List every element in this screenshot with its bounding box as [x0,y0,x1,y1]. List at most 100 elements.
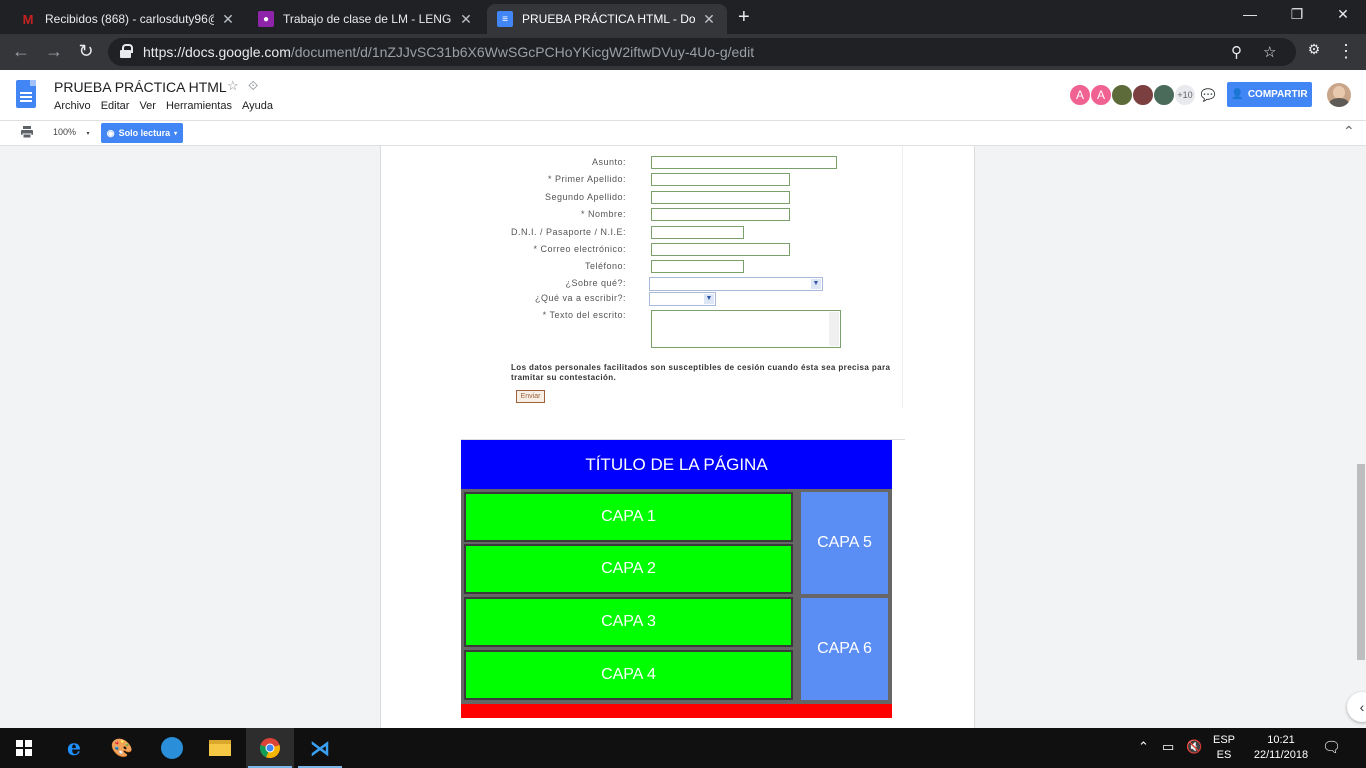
docs-header: PRUEBA PRÁCTICA HTML ☆ ⟐ Archivo Editar … [0,70,1366,120]
browser-toolbar: ← → ↻ https://docs.google.com/document/d… [0,34,1366,70]
url-path: /document/d/1nZJJvSC31b6X6WwSGcPCHoYKicg… [290,44,755,60]
chevron-up-icon[interactable]: ⌃ [1343,123,1355,140]
menu-editar[interactable]: Editar [101,100,130,112]
docs-logo-icon[interactable] [16,80,36,108]
close-tab-icon[interactable]: ✕ [701,11,717,28]
close-window-icon[interactable]: ✕ [1331,6,1355,23]
sobre-que-select: ▼ [649,277,823,291]
zoom-select[interactable]: 100% ▾ [53,127,90,137]
drive-move-icon[interactable]: ⟐ [248,78,258,94]
diagram-footer [461,704,892,718]
url-host: https://docs.google.com [143,44,291,60]
new-tab-icon[interactable]: + [738,6,750,29]
back-icon[interactable]: ← [10,41,32,62]
restore-icon[interactable]: ❐ [1285,6,1309,23]
person-add-icon: 👤 [1231,89,1244,100]
forward-icon[interactable]: → [43,41,65,62]
docs-icon: ≡ [497,11,513,27]
tab-classroom[interactable]: ● Trabajo de clase de LM - LENGUA ✕ [248,4,484,34]
field-label: D.N.I. / Pasaporte / N.I.E: [510,227,626,237]
zoom-icon[interactable]: ⚲ [1231,43,1242,61]
tab-docs[interactable]: ≡ PRUEBA PRÁCTICA HTML - Docu ✕ [487,4,727,34]
edge-icon[interactable]: e [50,728,98,768]
lock-icon [120,44,133,58]
capa-3: CAPA 3 [464,597,793,647]
avatar[interactable] [1132,84,1154,106]
url-text: https://docs.google.com/document/d/1nZJJ… [143,44,754,60]
gmail-icon: M [22,11,34,27]
star-icon[interactable]: ☆ [227,78,239,94]
start-button[interactable] [0,728,48,768]
mode-label: Solo lectura [118,128,171,138]
language-indicator[interactable]: ESP ES [1212,733,1236,763]
tab-gmail[interactable]: M Recibidos (868) - carlosduty96@g ✕ [10,4,246,34]
reload-icon[interactable]: ↻ [75,41,97,62]
comments-icon[interactable]: 💬 [1197,84,1219,106]
avatar[interactable]: A [1069,84,1091,106]
menu-herramientas[interactable]: Herramientas [166,100,232,112]
layout-diagram-image: TÍTULO DE LA PÁGINA CAPA 1 CAPA 2 CAPA 3… [461,439,905,719]
mode-button[interactable]: ◉ Solo lectura ▾ [101,123,183,143]
avatar[interactable]: A [1090,84,1112,106]
vertical-scrollbar[interactable] [1357,464,1365,660]
privacy-note: Los datos personales facilitados son sus… [511,363,891,382]
chevron-down-icon: ▾ [86,131,90,137]
minimize-icon[interactable]: — [1238,6,1262,22]
notifications-icon[interactable]: 🗨 [1322,738,1341,756]
form-row: * Primer Apellido: [461,173,881,188]
chevron-down-icon: ▼ [704,294,714,304]
clock[interactable]: 10:21 22/11/2018 [1244,733,1318,763]
file-explorer-icon[interactable] [196,728,244,768]
capa-2: CAPA 2 [464,544,793,594]
field-label: * Primer Apellido: [547,174,626,184]
more-viewers-badge[interactable]: +10 [1174,84,1196,106]
chrome-icon[interactable] [246,728,294,768]
menu-bar: Archivo Editar Ver Herramientas Ayuda [54,100,273,112]
address-bar[interactable]: https://docs.google.com/document/d/1nZJJ… [108,38,1296,66]
close-tab-icon[interactable]: ✕ [220,11,236,28]
field-label: * Texto del escrito: [542,310,626,320]
menu-archivo[interactable]: Archivo [54,100,91,112]
menu-icon[interactable]: ⋮ [1335,41,1357,62]
dni-input [651,226,744,239]
document-canvas: Asunto: * Primer Apellido: Segundo Apell… [0,146,1366,728]
docs-toolbar: 100% ▾ ◉ Solo lectura ▾ ⌃ [0,120,1366,146]
thunderbird-icon[interactable] [148,728,196,768]
form-row: Segundo Apellido: [461,191,881,206]
field-label: * Correo electrónico: [533,244,626,254]
chevron-left-icon[interactable]: ‹ [1347,692,1366,722]
volume-muted-icon[interactable]: 🔇 [1186,739,1202,755]
clock-time: 10:21 [1267,734,1295,746]
bookmark-star-icon[interactable]: ☆ [1263,43,1276,61]
avatar[interactable] [1111,84,1133,106]
clock-date: 22/11/2018 [1253,749,1309,761]
capa-6: CAPA 6 [801,598,888,700]
chevron-up-icon[interactable]: ⌃ [1138,739,1149,755]
primer-apellido-input [651,173,790,186]
document-title[interactable]: PRUEBA PRÁCTICA HTML [54,79,227,95]
avatar[interactable] [1153,84,1175,106]
tab-title: Trabajo de clase de LM - LENGUA [283,12,452,26]
form-row: ¿Sobre qué?: ▼ [461,277,881,292]
network-icon[interactable]: ▭ [1162,739,1174,755]
close-tab-icon[interactable]: ✕ [458,11,474,28]
field-label: ¿Qué va a escribir?: [534,293,626,303]
share-button[interactable]: 👤 COMPARTIR [1227,82,1312,107]
paint-icon[interactable]: 🎨 [98,728,146,768]
menu-ayuda[interactable]: Ayuda [242,100,273,112]
form-row: ¿Qué va a escribir?: ▼ [461,292,881,307]
zoom-value: 100% [53,127,77,137]
browser-tab-strip: M Recibidos (868) - carlosduty96@g ✕ ● T… [0,0,1366,34]
capa-4: CAPA 4 [464,650,793,700]
chrome-logo-icon [260,738,280,759]
capa-5: CAPA 5 [801,492,888,594]
print-icon[interactable] [20,125,34,139]
correo-input [651,243,790,256]
keyboard-code: ES [1216,749,1232,761]
extension-icon[interactable]: ⚙ [1303,41,1325,58]
account-avatar[interactable] [1327,83,1351,107]
vscode-icon[interactable]: ⋊ [296,728,344,768]
enviar-button: Enviar [516,390,545,403]
menu-ver[interactable]: Ver [139,100,156,112]
texto-textarea [651,310,841,348]
